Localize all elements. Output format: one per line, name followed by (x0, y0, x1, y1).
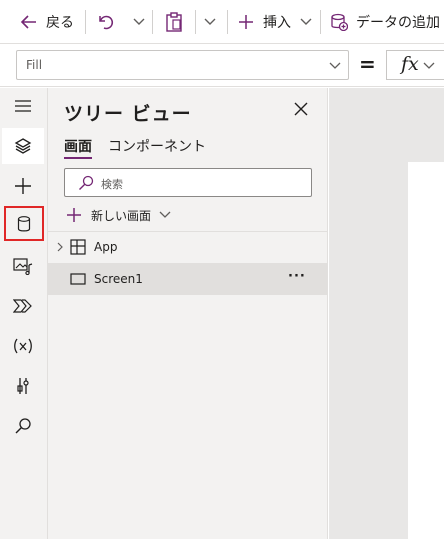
rail-variables-button[interactable] (2, 328, 44, 364)
app-icon (70, 239, 86, 255)
rail-menu-button[interactable] (2, 88, 44, 124)
media-icon (13, 258, 33, 275)
back-arrow-icon (20, 15, 36, 29)
back-button[interactable]: 戻る (20, 0, 74, 44)
plus-icon (239, 15, 253, 29)
panel-title: ツリー ビュー (64, 103, 192, 125)
undo-button[interactable] (96, 0, 114, 44)
toolbar-separator (152, 10, 153, 34)
tree-item-app[interactable]: App (48, 231, 328, 263)
fx-button[interactable]: fx (386, 50, 444, 80)
command-bar: 戻る 挿入 データの追加 (0, 0, 444, 44)
more-options-icon[interactable]: ··· (288, 269, 306, 284)
toolbar-separator (85, 10, 86, 34)
toolbar-separator (195, 10, 196, 34)
new-screen-label: 新しい画面 (91, 208, 152, 223)
rail-tree-view-button[interactable] (2, 128, 44, 164)
rail-data-button[interactable] (4, 206, 44, 241)
screen-icon (70, 273, 86, 285)
active-tab-indicator (64, 157, 92, 159)
undo-dropdown-button[interactable] (132, 0, 146, 44)
insert-icon (15, 178, 31, 194)
search-icon (79, 175, 94, 190)
rail-tools-button[interactable] (2, 368, 44, 404)
plus-icon (67, 208, 81, 222)
rail-search-button[interactable] (2, 408, 44, 444)
add-data-label: データの追加 (356, 15, 440, 31)
paste-dropdown-button[interactable] (203, 0, 217, 44)
chevron-right-icon[interactable] (56, 242, 64, 252)
power-automate-icon (13, 299, 32, 313)
search-placeholder: 検索 (101, 178, 123, 191)
screen-canvas[interactable] (408, 162, 444, 539)
chevron-down-icon (133, 18, 145, 25)
tools-icon (17, 378, 29, 394)
tab-components[interactable]: コンポーネント (108, 136, 206, 156)
hamburger-icon (15, 100, 31, 112)
property-value: Fill (26, 58, 43, 72)
chevron-down-icon (204, 18, 216, 25)
chevron-down-icon (300, 18, 312, 25)
search-input[interactable]: 検索 (64, 168, 312, 197)
tab-screens[interactable]: 画面 (64, 136, 92, 156)
property-dropdown[interactable]: Fill (16, 50, 349, 80)
close-icon[interactable] (294, 102, 308, 116)
left-rail (0, 88, 48, 539)
rail-insert-button[interactable] (2, 168, 44, 204)
paste-icon (166, 12, 182, 32)
variables-icon (14, 338, 32, 354)
chevron-down-icon (159, 211, 171, 218)
tree-item-screen1[interactable]: Screen1 ··· (48, 263, 328, 295)
new-screen-button[interactable]: 新しい画面 (66, 203, 171, 227)
insert-label: 挿入 (263, 15, 291, 31)
canvas-area (329, 88, 444, 539)
chevron-down-icon (329, 62, 341, 69)
add-data-icon (331, 13, 348, 31)
rail-power-automate-button[interactable] (2, 288, 44, 324)
search-icon (15, 418, 31, 434)
chevron-down-icon (423, 62, 435, 69)
tree-item-label: Screen1 (94, 272, 143, 286)
toolbar-separator (320, 10, 321, 34)
paste-button[interactable] (165, 0, 183, 44)
fx-label: fx (401, 53, 419, 75)
tree-view-panel: ツリー ビュー 画面 コンポーネント 検索 新しい画面 App Screen1 … (48, 88, 328, 539)
rail-media-button[interactable] (2, 248, 44, 284)
undo-icon (99, 15, 114, 30)
toolbar-separator (227, 10, 228, 34)
back-label: 戻る (46, 15, 74, 31)
tree-item-label: App (94, 240, 118, 254)
add-data-button[interactable]: データの追加 (330, 0, 440, 44)
equals-sign: = (359, 52, 376, 76)
layers-icon (14, 138, 32, 154)
insert-button[interactable]: 挿入 (238, 0, 313, 44)
data-icon (17, 215, 31, 231)
formula-bar: Fill = fx (0, 44, 444, 87)
